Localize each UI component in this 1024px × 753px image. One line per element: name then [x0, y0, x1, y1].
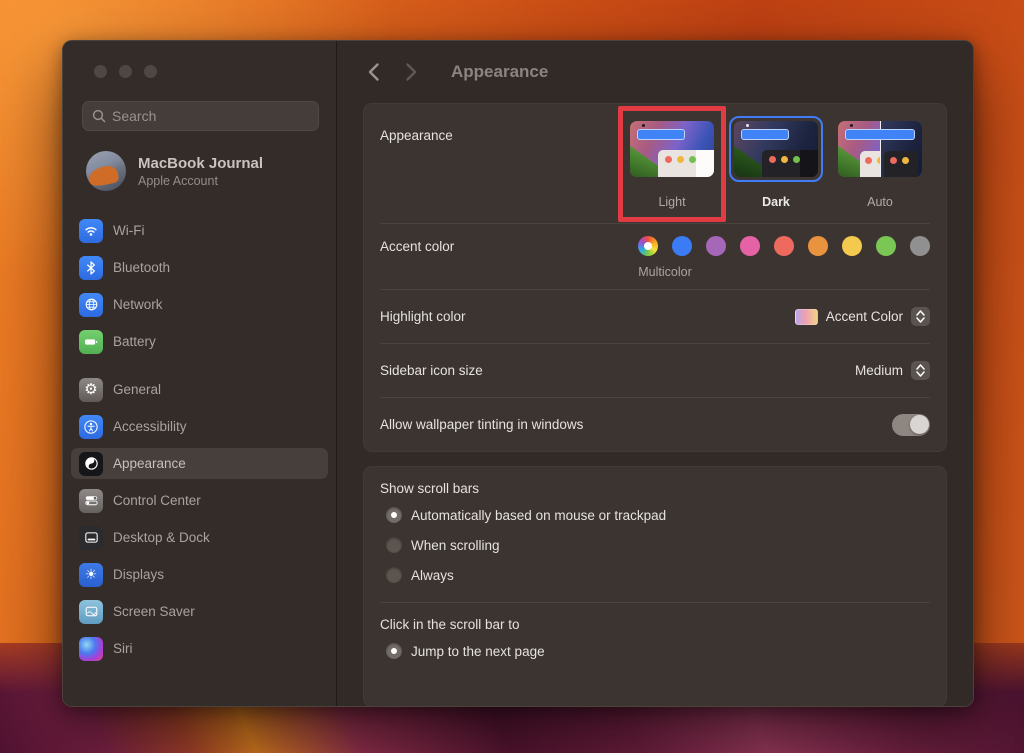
accent-dot-gray[interactable] [910, 236, 930, 256]
highlight-color-label: Highlight color [380, 309, 466, 324]
sidebar-icon-size-select[interactable]: Medium [855, 361, 930, 380]
sidebar-item-bluetooth[interactable]: Bluetooth [71, 252, 328, 283]
battery-icon [79, 329, 103, 354]
wallpaper-tinting-toggle[interactable] [892, 413, 930, 436]
sidebar-item-network[interactable]: Network [71, 289, 328, 320]
account-name: MacBook Journal [138, 154, 264, 172]
appearance-mode-light[interactable]: Light [618, 106, 726, 222]
show-scroll-bars-label: Show scroll bars [380, 481, 480, 496]
account-subtitle: Apple Account [138, 174, 218, 189]
appearance-icon [79, 451, 103, 476]
sidebar-item-desktop-dock[interactable]: Desktop & Dock [71, 522, 328, 553]
sidebar-item-siri[interactable]: Siri [71, 633, 328, 664]
highlight-color-row: Highlight color Accent Color [380, 289, 930, 343]
chevron-left-icon [368, 63, 379, 81]
wallpaper-tinting-row: Allow wallpaper tinting in windows [380, 397, 930, 451]
sidebar-item-wifi[interactable]: Wi-Fi [71, 215, 328, 246]
wifi-icon [79, 218, 103, 243]
appearance-row-label: Appearance [380, 128, 453, 143]
close-button[interactable] [94, 65, 107, 78]
sun-icon: ☀ [79, 562, 103, 587]
sidebar-item-general[interactable]: ⚙ General [71, 374, 328, 405]
accent-color-row: Accent color Multicolor [380, 223, 930, 289]
search-field[interactable] [82, 101, 319, 131]
sidebar-item-appearance[interactable]: Appearance [71, 448, 328, 479]
accent-color-label: Accent color [380, 239, 455, 254]
search-input[interactable] [112, 108, 309, 124]
chevron-right-icon [405, 63, 416, 81]
radio-icon [386, 507, 402, 523]
accent-dot-pink[interactable] [740, 236, 760, 256]
settings-sidebar: MacBook Journal Apple Account Wi-Fi Blue… [63, 41, 337, 706]
siri-icon [79, 636, 103, 661]
globe-icon [79, 292, 103, 317]
sidebar-icon-size-label: Sidebar icon size [380, 363, 483, 378]
page-title: Appearance [451, 62, 549, 81]
dark-mode-thumbnail [734, 121, 818, 177]
settings-main-pane: Appearance Appearance Light Dark Auto Ac… [337, 41, 973, 706]
light-mode-thumbnail [630, 121, 714, 177]
zoom-button[interactable] [144, 65, 157, 78]
screen-saver-icon [79, 599, 103, 624]
minimize-button[interactable] [119, 65, 132, 78]
wallpaper-tinting-label: Allow wallpaper tinting in windows [380, 417, 584, 432]
accent-dot-red[interactable] [774, 236, 794, 256]
appearance-mode-dark[interactable]: Dark [728, 116, 824, 209]
radio-icon [386, 643, 402, 659]
highlight-color-value: Accent Color [825, 309, 903, 324]
sidebar-item-screen-saver[interactable]: Screen Saver [71, 596, 328, 627]
accent-dot-purple[interactable] [706, 236, 726, 256]
desktop-dock-icon [79, 525, 103, 550]
main-header: Appearance [337, 41, 973, 103]
traffic-lights [63, 65, 336, 78]
radio-icon [386, 567, 402, 583]
bluetooth-icon [79, 255, 103, 280]
sidebar-item-accessibility[interactable]: Accessibility [71, 411, 328, 442]
sidebar-icon-size-row: Sidebar icon size Medium [380, 343, 930, 397]
accent-dot-multicolor[interactable] [638, 236, 658, 256]
accessibility-icon [79, 414, 103, 439]
appearance-mode-auto[interactable]: Auto [832, 116, 928, 209]
highlight-color-select[interactable]: Accent Color [794, 307, 930, 326]
account-row[interactable]: MacBook Journal Apple Account [63, 151, 336, 201]
radio-when-scrolling[interactable]: When scrolling [380, 530, 930, 560]
highlight-color-swatch [794, 308, 818, 325]
forward-button[interactable] [401, 62, 421, 82]
sidebar-icon-size-value: Medium [854, 363, 903, 378]
sidebar-item-battery[interactable]: Battery [71, 326, 328, 357]
system-settings-window: MacBook Journal Apple Account Wi-Fi Blue… [62, 40, 974, 707]
search-icon [92, 109, 106, 123]
radio-automatically[interactable]: Automatically based on mouse or trackpad [380, 500, 930, 530]
accent-dot-orange[interactable] [808, 236, 828, 256]
radio-icon [386, 537, 402, 553]
gear-icon: ⚙ [79, 377, 103, 402]
appearance-card: Appearance Light Dark Auto Accent color … [363, 103, 947, 452]
click-scroll-bar-label: Click in the scroll bar to [380, 617, 520, 632]
desktop: MacBook Journal Apple Account Wi-Fi Blue… [0, 0, 1024, 753]
avatar [86, 151, 126, 191]
sidebar-item-displays[interactable]: ☀ Displays [71, 559, 328, 590]
stepper-icon[interactable] [911, 307, 930, 326]
control-center-icon [79, 488, 103, 513]
accent-dot-blue[interactable] [672, 236, 692, 256]
back-button[interactable] [363, 62, 383, 82]
auto-mode-thumbnail [838, 121, 922, 177]
sidebar-item-control-center[interactable]: Control Center [71, 485, 328, 516]
accent-dot-yellow[interactable] [842, 236, 862, 256]
radio-jump-next-page[interactable]: Jump to the next page [380, 636, 930, 666]
appearance-mode-row: Appearance Light Dark Auto [380, 104, 930, 223]
scroll-bars-card: Show scroll bars Automatically based on … [363, 466, 947, 706]
accent-dot-green[interactable] [876, 236, 896, 256]
accent-selected-name: Multicolor [638, 265, 692, 279]
stepper-icon[interactable] [911, 361, 930, 380]
radio-always[interactable]: Always [380, 560, 930, 590]
